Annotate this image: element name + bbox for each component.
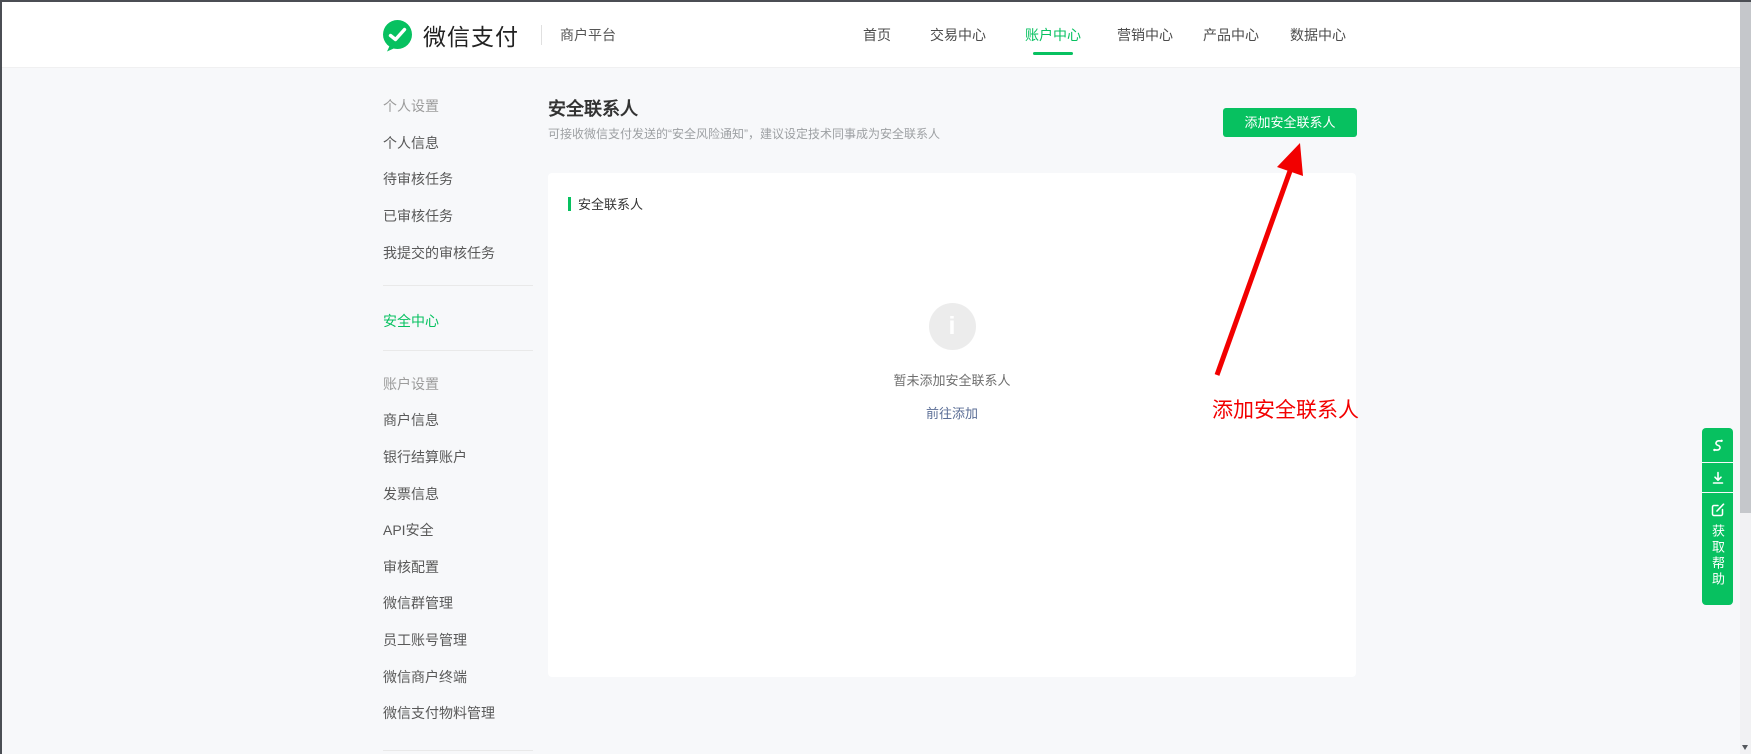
download-button[interactable] (1702, 463, 1733, 492)
sidebar-item-reviewed-tasks[interactable]: 已审核任务 (383, 198, 533, 235)
scrollbar-thumb[interactable] (1740, 2, 1751, 513)
nav-item-account-center-label: 账户中心 (1025, 25, 1081, 45)
sidebar-item-staff-account-management[interactable]: 员工账号管理 (383, 622, 533, 659)
add-security-contact-button[interactable]: 添加安全联系人 (1223, 108, 1357, 137)
brand-logo-text: 微信支付 (423, 18, 519, 52)
nav-item-transaction-center[interactable]: 交易中心 (930, 2, 986, 68)
card-header: 安全联系人 (568, 194, 643, 213)
sidebar-section-personal-settings: 个人设置 (383, 88, 533, 125)
get-help-label: 获取帮助 (1708, 524, 1727, 588)
sidebar-item-bank-settlement-account[interactable]: 银行结算账户 (383, 439, 533, 476)
sidebar-item-merchant-info[interactable]: 商户信息 (383, 402, 533, 439)
scrollbar-down-arrow[interactable] (1742, 745, 1748, 750)
nav-item-data-center[interactable]: 数据中心 (1290, 2, 1346, 68)
top-header: 微信支付 商户平台 首页 交易中心 账户中心 营销中心 产品中心 数据中心 (0, 2, 1740, 68)
nav-item-marketing-center[interactable]: 营销中心 (1117, 2, 1173, 68)
vertical-scrollbar[interactable] (1740, 0, 1751, 754)
card-section-title: 安全联系人 (578, 194, 643, 213)
compose-icon (1709, 501, 1726, 518)
brand-logo-group[interactable]: 微信支付 商户平台 (381, 2, 616, 68)
sidebar-divider (383, 750, 533, 751)
logo-divider (541, 25, 542, 45)
wechat-pay-logo-icon (381, 19, 414, 52)
sidebar-item-wechat-group-management[interactable]: 微信群管理 (383, 585, 533, 622)
sidebar-item-personal-info[interactable]: 个人信息 (383, 125, 533, 162)
sidebar-item-invoice-info[interactable]: 发票信息 (383, 475, 533, 512)
window-left-edge (0, 0, 2, 754)
nav-item-account-center[interactable]: 账户中心 (1025, 2, 1081, 68)
sidebar-item-api-security[interactable]: API安全 (383, 512, 533, 549)
sidebar-item-wechat-pay-materials-management[interactable]: 微信支付物料管理 (383, 695, 533, 732)
help-link-button[interactable] (1702, 428, 1733, 462)
sidebar-item-pending-review-tasks[interactable]: 待审核任务 (383, 161, 533, 198)
nav-item-home[interactable]: 首页 (863, 2, 891, 68)
annotation-text: 添加安全联系人 (1212, 394, 1359, 424)
sidebar-section-account-settings: 账户设置 (383, 366, 533, 403)
nav-item-product-center[interactable]: 产品中心 (1203, 2, 1259, 68)
floating-helper-widget: 获取帮助 (1702, 428, 1733, 606)
sidebar-item-review-config[interactable]: 审核配置 (383, 549, 533, 586)
section-accent-bar (568, 197, 571, 211)
empty-state-message: 暂未添加安全联系人 (548, 370, 1356, 389)
sidebar-item-my-submitted-review-tasks[interactable]: 我提交的审核任务 (383, 234, 533, 271)
sidebar-item-wechat-merchant-terminal[interactable]: 微信商户终端 (383, 658, 533, 695)
security-contacts-card: 安全联系人 i 暂未添加安全联系人 前往添加 (548, 173, 1356, 677)
window-top-edge (0, 0, 1751, 2)
sidebar: 个人设置 个人信息 待审核任务 已审核任务 我提交的审核任务 安全中心 账户设置… (383, 88, 533, 751)
platform-label: 商户平台 (560, 25, 616, 45)
page-subtitle: 可接收微信支付发送的“安全风险通知”，建议设定技术同事成为安全联系人 (548, 125, 940, 142)
info-icon: i (929, 303, 976, 350)
sidebar-divider (383, 350, 533, 351)
link-icon (1709, 437, 1726, 454)
get-help-button[interactable]: 获取帮助 (1702, 493, 1733, 605)
sidebar-item-security-center[interactable]: 安全中心 (383, 303, 533, 340)
sidebar-divider (383, 285, 533, 286)
download-icon (1710, 470, 1726, 486)
active-nav-underline (1033, 52, 1073, 55)
go-add-link[interactable]: 前往添加 (926, 403, 978, 422)
page-title: 安全联系人 (548, 95, 638, 121)
